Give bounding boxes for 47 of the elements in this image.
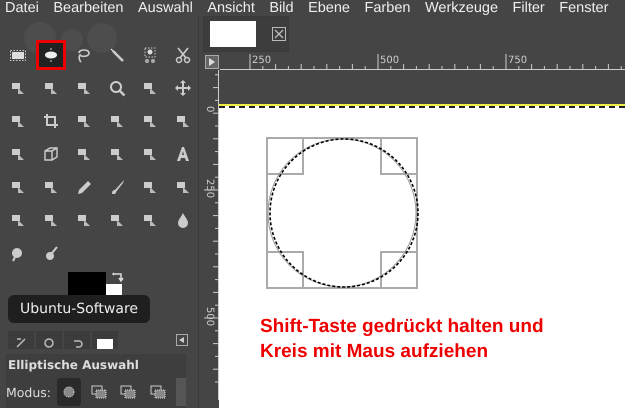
ellipse-select-icon — [42, 46, 60, 64]
selection-mode-icon — [150, 385, 166, 399]
collapse-icon[interactable] — [176, 334, 188, 346]
mode-label: Modus: — [6, 384, 52, 400]
selection-mode-icon — [60, 385, 77, 399]
crop-icon — [42, 112, 60, 130]
menu-item[interactable]: Datei — [5, 0, 39, 16]
dock-tab[interactable] — [36, 331, 62, 349]
dock-tab[interactable] — [64, 331, 90, 349]
close-icon[interactable] — [272, 27, 286, 41]
menu-item[interactable]: Bild — [269, 0, 294, 16]
menu-item[interactable]: Auswahl — [138, 0, 193, 16]
ruler-label: 750 — [508, 55, 528, 66]
scissors-icon — [174, 46, 192, 64]
selection-mode-icon — [90, 385, 107, 399]
annotation-text: Shift-Taste gedrückt halten und Kreis mit Maus aufziehen — [260, 315, 544, 364]
dock-tab[interactable] — [8, 331, 34, 349]
swap-arrows-icon[interactable] — [112, 272, 124, 284]
move-arrows-icon — [174, 79, 192, 97]
image-thumbnail — [210, 21, 256, 47]
play-icon[interactable] — [205, 55, 219, 69]
panel-title: Elliptische Auswahl — [7, 357, 140, 372]
wand-icon — [108, 46, 126, 64]
pencil-icon — [75, 178, 93, 196]
dock-tab[interactable] — [92, 331, 118, 349]
mode-button[interactable] — [57, 378, 81, 406]
menu-item[interactable]: Ebene — [308, 0, 350, 16]
cube-icon — [42, 145, 60, 163]
menu-item[interactable]: Bearbeiten — [53, 0, 124, 16]
ruler-label: 0 — [204, 106, 215, 112]
ruler-label: 500 — [380, 55, 400, 66]
menu-item[interactable]: Ansicht — [207, 0, 255, 16]
letter-a-icon — [174, 145, 192, 163]
lasso-icon — [75, 46, 93, 64]
menu-item[interactable]: Filter — [512, 0, 545, 16]
image-thumbnail — [97, 339, 113, 349]
selection-mode-icon — [120, 385, 136, 399]
tooltip: Ubuntu-Software — [8, 295, 150, 323]
ruler-label: 250 — [252, 55, 272, 66]
magnifier-icon — [108, 79, 126, 97]
image-tab[interactable] — [203, 16, 289, 52]
menu-item[interactable]: Fenster — [559, 0, 608, 16]
options-icon — [15, 337, 27, 349]
menu-item[interactable]: Farben — [364, 0, 410, 16]
device-icon — [43, 337, 55, 349]
tool-button[interactable] — [36, 40, 66, 70]
menu-item[interactable]: Werkzeuge — [424, 0, 498, 16]
